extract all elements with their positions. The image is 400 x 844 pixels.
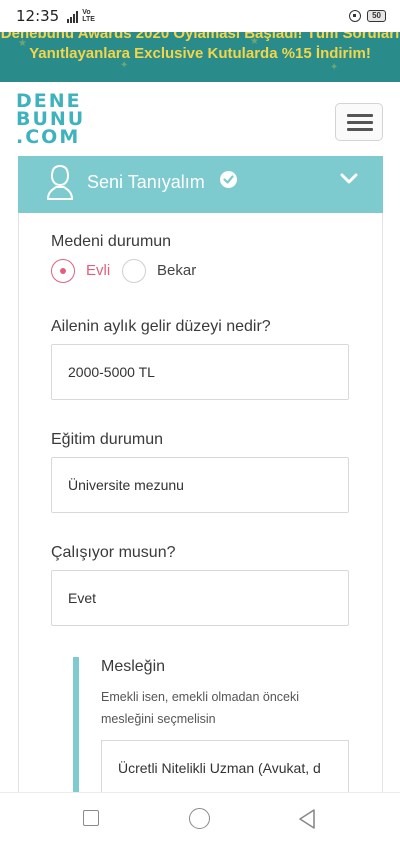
circle-icon[interactable] <box>189 808 210 829</box>
lock-icon <box>349 10 362 22</box>
logo[interactable]: DENE BUNU .COM <box>16 92 85 148</box>
section-header[interactable]: Seni Tanıyalım <box>18 156 383 213</box>
radio-single-label[interactable]: Bekar <box>157 262 196 279</box>
profession-select[interactable]: Ücretli Nitelikli Uzman (Avukat, d <box>101 740 349 800</box>
working-label: Çalışıyor musun? <box>51 544 176 561</box>
radio-married-label[interactable]: Evli <box>86 262 110 279</box>
income-label: Ailenin aylık gelir düzeyi nedir? <box>51 318 271 335</box>
announcement-banner[interactable]: ★ ✦ ★ ✦ Denebunu Awards 2020 Oylaması Ba… <box>0 32 400 82</box>
square-icon[interactable] <box>83 810 99 826</box>
hamburger-icon-bar <box>347 128 373 131</box>
status-time: 12:35 <box>16 7 60 25</box>
education-label: Eğitim durumun <box>51 431 164 448</box>
radio-single[interactable] <box>122 259 146 283</box>
volte-indicator: Vo LTE <box>82 9 95 23</box>
education-value: Üniversite mezunu <box>68 477 184 493</box>
profession-label: Mesleğin <box>101 658 166 675</box>
profession-value: Ücretli Nitelikli Uzman (Avukat, d <box>118 760 321 776</box>
user-icon <box>46 164 74 200</box>
hamburger-icon <box>347 114 373 117</box>
working-select[interactable]: Evet <box>51 570 349 626</box>
banner-text[interactable]: Denebunu Awards 2020 Oylaması Başladı! T… <box>0 32 400 64</box>
menu-button[interactable] <box>335 103 383 141</box>
sub-question-indicator <box>73 657 79 797</box>
hamburger-icon-bar <box>347 121 373 124</box>
check-circle-icon <box>220 171 237 188</box>
education-select[interactable]: Üniversite mezunu <box>51 457 349 513</box>
logo-line-3: .COM <box>16 126 81 148</box>
system-nav-bar <box>0 792 400 844</box>
site-header: DENE BUNU .COM <box>0 82 400 156</box>
working-value: Evet <box>68 590 97 606</box>
signal-icon <box>67 9 79 23</box>
income-select[interactable]: 2000-5000 TL <box>51 344 349 400</box>
marital-status-label: Medeni durumun <box>51 233 172 250</box>
income-value: 2000-5000 TL <box>68 364 155 380</box>
battery-icon: 50 <box>367 10 386 22</box>
triangle-back-icon[interactable] <box>297 808 317 830</box>
status-bar: 12:35 Vo LTE 50 <box>0 0 400 32</box>
profession-hint: Emekli isen, emekli olmadan önceki mesle… <box>101 690 300 726</box>
chevron-down-icon[interactable] <box>340 173 358 185</box>
section-title: Seni Tanıyalım <box>87 172 205 192</box>
radio-married[interactable] <box>51 259 75 283</box>
